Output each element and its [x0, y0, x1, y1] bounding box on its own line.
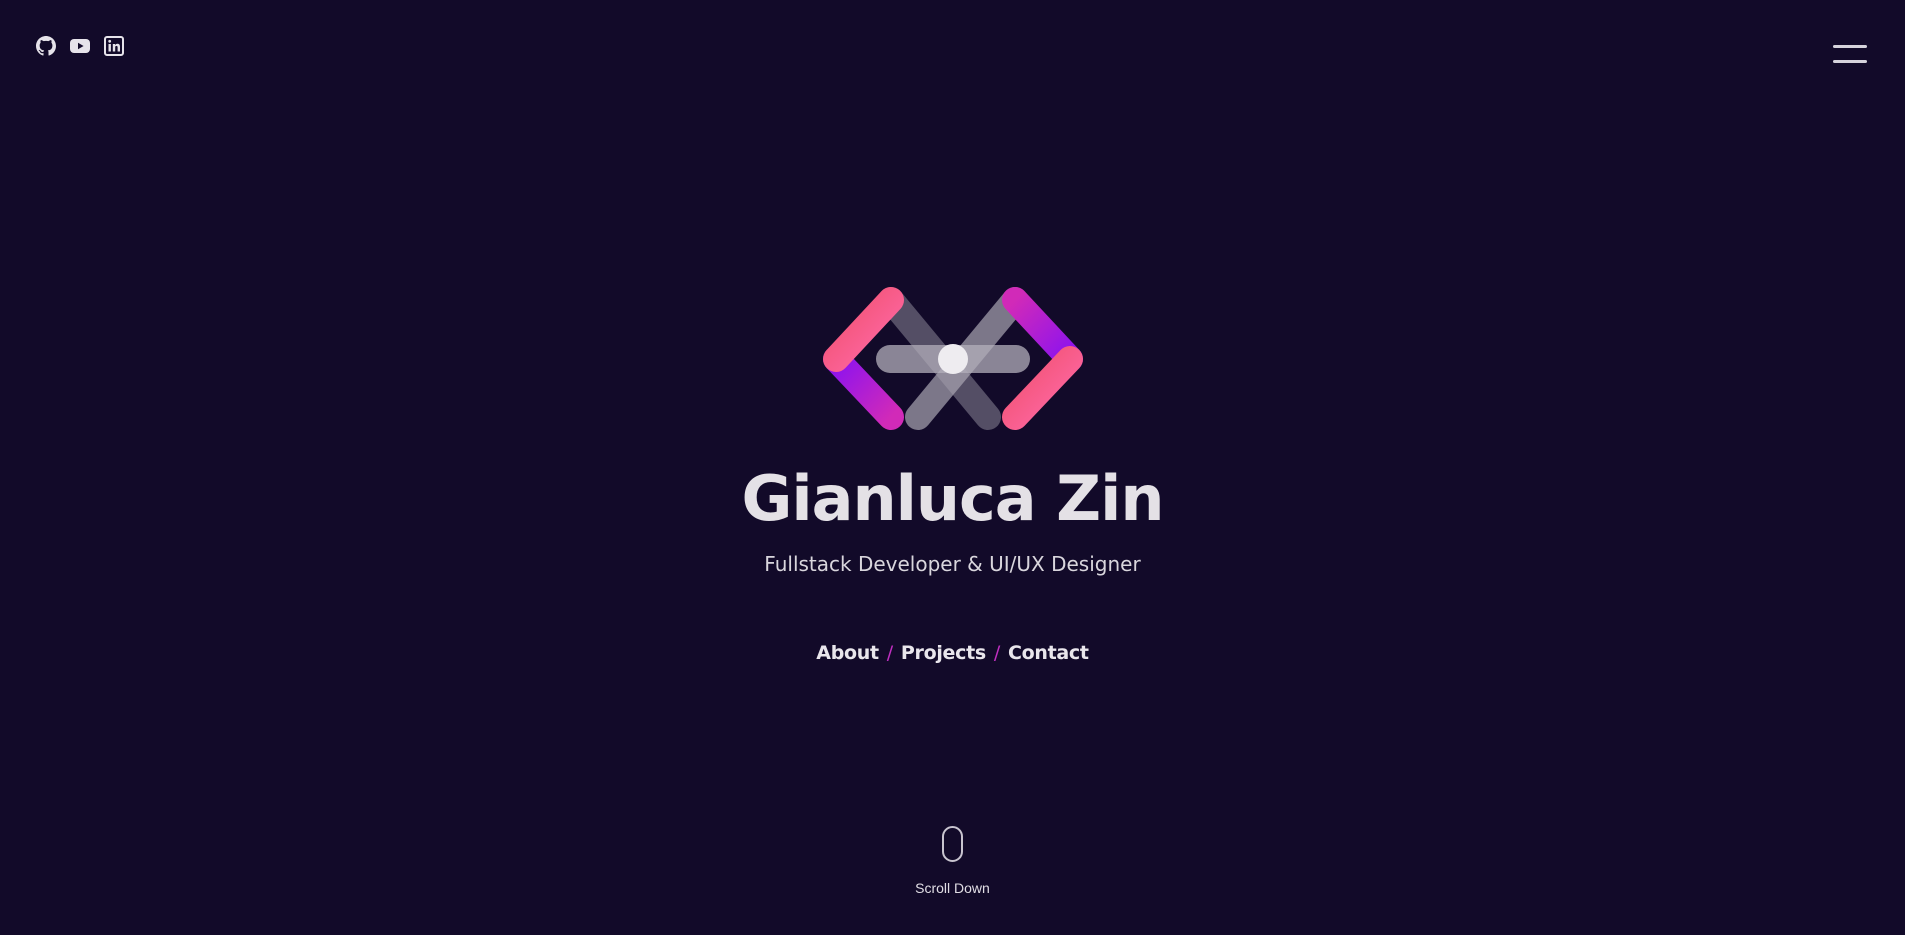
- linkedin-icon: [104, 36, 124, 56]
- menu-button[interactable]: [1833, 42, 1867, 66]
- linkedin-link[interactable]: [104, 36, 124, 56]
- mouse-icon: [942, 826, 963, 862]
- nav-separator: /: [993, 642, 1000, 664]
- github-icon: [36, 36, 56, 56]
- brand-logo-icon: [822, 287, 1083, 430]
- main-nav: About / Projects / Contact: [0, 642, 1905, 664]
- hamburger-menu-icon-line: [1833, 60, 1867, 63]
- youtube-icon: [70, 39, 90, 53]
- tagline: Fullstack Developer & UI/UX Designer: [764, 552, 1141, 576]
- hero-section: Gianluca Zin Fullstack Developer & UI/UX…: [0, 280, 1905, 664]
- scroll-down-label: Scroll Down: [915, 880, 990, 896]
- nav-link-projects[interactable]: Projects: [901, 642, 986, 664]
- nav-separator: /: [886, 642, 893, 664]
- nav-link-contact[interactable]: Contact: [1008, 642, 1089, 664]
- hamburger-menu-icon: [1833, 45, 1867, 48]
- nav-link-about[interactable]: About: [816, 642, 879, 664]
- scroll-down-indicator[interactable]: Scroll Down: [0, 826, 1905, 896]
- page-title: Gianluca Zin: [741, 462, 1164, 535]
- github-link[interactable]: [36, 36, 56, 56]
- youtube-link[interactable]: [70, 36, 90, 56]
- social-links: [36, 36, 124, 56]
